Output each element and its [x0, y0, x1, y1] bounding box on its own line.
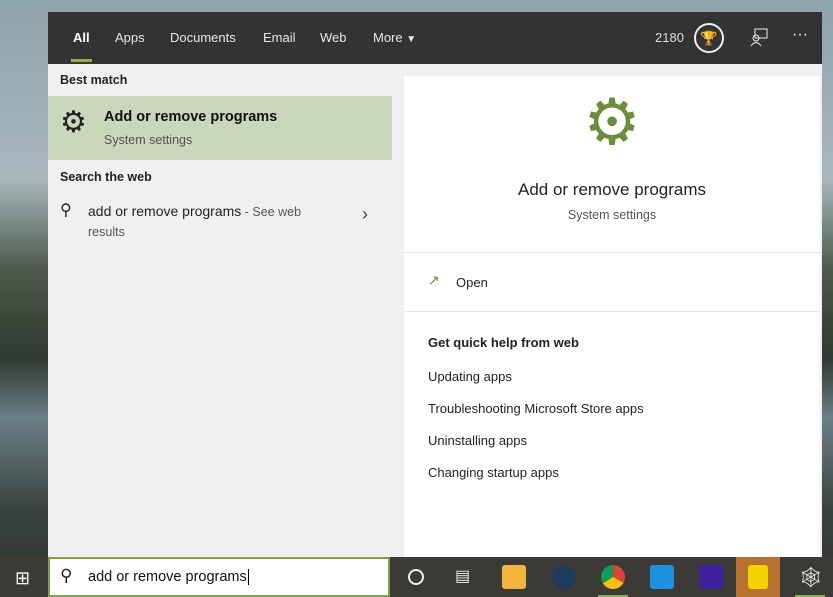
divider	[404, 311, 820, 312]
cortana-icon[interactable]	[408, 569, 424, 585]
taskbar: ⊞ ⚲ add or remove programs ▤ 🕸	[0, 557, 833, 597]
tab-documents[interactable]: Documents	[170, 30, 236, 45]
best-match-item[interactable]: ⚙ Add or remove programs System settings	[48, 96, 392, 160]
search-web-label: Search the web	[60, 170, 152, 184]
tab-apps[interactable]: Apps	[115, 30, 145, 45]
web-result-item[interactable]: ⚲ add or remove programs - See web resul…	[48, 194, 392, 246]
help-heading: Get quick help from web	[428, 335, 579, 350]
search-header: All Apps Documents Email Web More ▼ 2180…	[48, 12, 822, 64]
windows-start-icon[interactable]: ⊞	[15, 568, 30, 589]
tab-all[interactable]: All	[71, 30, 92, 62]
help-link[interactable]: Troubleshooting Microsoft Store apps	[428, 401, 644, 416]
search-icon: ⚲	[60, 202, 72, 219]
trophy-icon[interactable]: 🏆	[694, 23, 724, 53]
open-icon: ↗	[428, 272, 440, 288]
preview-subtitle: System settings	[567, 208, 657, 222]
open-label: Open	[456, 275, 488, 290]
best-match-label: Best match	[60, 73, 128, 87]
feedback-icon[interactable]	[749, 28, 769, 48]
task-view-icon[interactable]: ▤	[455, 566, 470, 586]
web-query: add or remove programs	[88, 203, 242, 219]
tab-more-label: More	[373, 30, 403, 45]
web-suffix: - See web	[241, 205, 302, 219]
search-panel: All Apps Documents Email Web More ▼ 2180…	[48, 12, 822, 557]
help-link[interactable]: Changing startup apps	[428, 465, 559, 480]
gear-icon-large: ⚙	[583, 86, 641, 158]
tab-web[interactable]: Web	[320, 30, 347, 45]
search-input-value: add or remove programs	[88, 569, 249, 585]
best-match-title: Add or remove programs	[104, 109, 278, 125]
best-match-subtitle: System settings	[104, 133, 193, 147]
tab-email[interactable]: Email	[263, 30, 296, 45]
mail-icon[interactable]	[650, 565, 674, 589]
gear-icon: ⚙	[60, 106, 87, 139]
sticky-notes-button[interactable]	[736, 557, 780, 597]
amazon-music-icon[interactable]	[699, 565, 723, 589]
sticky-notes-icon	[748, 565, 768, 589]
help-link[interactable]: Uninstalling apps	[428, 433, 527, 448]
web-result-text: add or remove programs - See web	[88, 203, 301, 219]
search-input[interactable]: ⚲ add or remove programs	[48, 557, 390, 597]
points-count: 2180	[655, 30, 684, 45]
more-icon[interactable]: ···	[792, 26, 808, 44]
search-icon: ⚲	[60, 566, 73, 585]
file-explorer-icon[interactable]	[502, 565, 526, 589]
steam-icon[interactable]	[552, 565, 576, 589]
help-link[interactable]: Updating apps	[428, 369, 512, 384]
results-list: Best match ⚙ Add or remove programs Syst…	[48, 64, 392, 557]
preview-title: Add or remove programs	[517, 180, 707, 199]
chrome-icon[interactable]	[601, 565, 625, 589]
preview-pane: ⚙ Add or remove programs System settings…	[404, 76, 820, 557]
chevron-right-icon[interactable]: ›	[362, 204, 368, 225]
divider	[404, 252, 820, 253]
spider-app-icon[interactable]: 🕸	[798, 565, 823, 590]
web-suffix-line2: results	[88, 225, 125, 239]
chevron-down-icon: ▼	[406, 34, 417, 45]
tab-more[interactable]: More ▼	[373, 30, 416, 45]
